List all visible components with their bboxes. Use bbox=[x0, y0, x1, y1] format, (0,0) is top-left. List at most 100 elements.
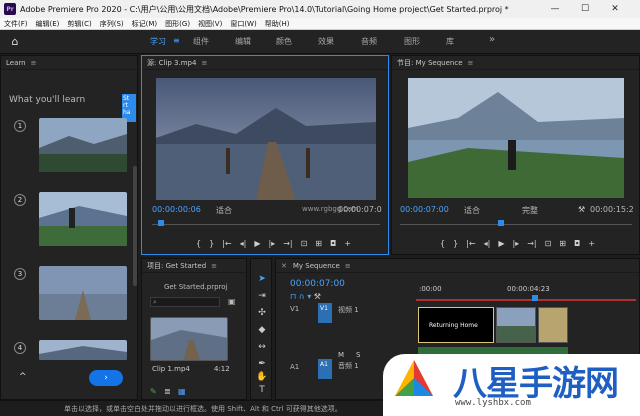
program-quality-dropdown[interactable]: 完整 bbox=[522, 205, 538, 216]
menu-clip[interactable]: 剪辑(C) bbox=[63, 19, 95, 29]
work-area-bar[interactable] bbox=[416, 299, 636, 301]
menu-view[interactable]: 视图(V) bbox=[194, 19, 226, 29]
video-clip[interactable] bbox=[496, 307, 536, 343]
mark-out-icon[interactable]: } bbox=[209, 239, 214, 248]
source-fit-dropdown[interactable]: 适合 bbox=[216, 205, 232, 216]
add-button-icon[interactable]: + bbox=[588, 239, 595, 248]
pencil-icon[interactable]: ✎ bbox=[150, 387, 157, 396]
razor-tool-icon[interactable]: ◆ bbox=[256, 324, 268, 336]
slip-tool-icon[interactable]: ↔ bbox=[256, 341, 268, 353]
source-video-frame[interactable] bbox=[156, 78, 376, 200]
menu-help[interactable]: 帮助(H) bbox=[261, 19, 294, 29]
wrench-icon[interactable]: ⚒ bbox=[578, 205, 585, 214]
minimize-button[interactable]: — bbox=[540, 0, 570, 18]
workspace-menu-icon[interactable]: ≡ bbox=[173, 36, 180, 45]
export-frame-icon[interactable]: ◘ bbox=[574, 239, 580, 248]
mark-out-icon[interactable]: } bbox=[453, 239, 458, 248]
go-to-in-icon[interactable]: |← bbox=[222, 239, 231, 248]
source-playhead[interactable] bbox=[158, 220, 164, 226]
tab-libraries[interactable]: 库 bbox=[446, 36, 454, 47]
lift-icon[interactable]: ⊡ bbox=[545, 239, 552, 248]
source-patch-a1[interactable]: A1 bbox=[290, 363, 299, 371]
mark-in-icon[interactable]: { bbox=[440, 239, 445, 248]
play-icon[interactable]: ▶ bbox=[254, 239, 260, 248]
panel-menu-icon[interactable]: ≡ bbox=[201, 59, 207, 67]
panel-menu-icon[interactable]: ≡ bbox=[31, 59, 37, 67]
track-target-a1[interactable]: A1 bbox=[318, 359, 332, 379]
close-button[interactable]: ✕ bbox=[600, 0, 630, 18]
go-to-in-icon[interactable]: |← bbox=[466, 239, 475, 248]
play-icon[interactable]: ▶ bbox=[498, 239, 504, 248]
menu-window[interactable]: 窗口(W) bbox=[226, 19, 260, 29]
program-playhead[interactable] bbox=[498, 220, 504, 226]
panel-menu-icon[interactable]: ≡ bbox=[468, 59, 474, 67]
source-timecode[interactable]: 00:00:00:06 bbox=[152, 205, 201, 214]
panel-menu-icon[interactable]: ≡ bbox=[211, 262, 217, 270]
menu-file[interactable]: 文件(F) bbox=[0, 19, 32, 29]
source-time-ruler[interactable] bbox=[152, 217, 380, 225]
go-to-out-icon[interactable]: →| bbox=[527, 239, 536, 248]
mark-in-icon[interactable]: { bbox=[196, 239, 201, 248]
close-sequence-icon[interactable]: ✕ bbox=[281, 262, 287, 270]
snap-icon[interactable]: ⊓ bbox=[290, 292, 296, 301]
go-to-out-icon[interactable]: →| bbox=[283, 239, 292, 248]
tab-audio[interactable]: 音频 bbox=[361, 36, 377, 47]
tutorial-thumbnail[interactable] bbox=[39, 118, 127, 172]
type-tool-icon[interactable]: T bbox=[256, 384, 268, 396]
panel-menu-icon[interactable]: ≡ bbox=[345, 262, 351, 270]
program-time-ruler[interactable] bbox=[400, 217, 632, 225]
menu-edit[interactable]: 编辑(E) bbox=[32, 19, 64, 29]
tab-editing[interactable]: 编辑 bbox=[235, 36, 251, 47]
step-forward-icon[interactable]: |▸ bbox=[268, 239, 275, 248]
insert-icon[interactable]: ⊡ bbox=[301, 239, 308, 248]
timeline-playhead[interactable] bbox=[532, 295, 538, 301]
step-back-icon[interactable]: ◂| bbox=[484, 239, 491, 248]
track-select-tool-icon[interactable]: ⇥ bbox=[256, 290, 268, 302]
program-fit-dropdown[interactable]: 适合 bbox=[464, 205, 480, 216]
menu-marker[interactable]: 标记(M) bbox=[128, 19, 162, 29]
icon-view-icon[interactable]: ▦ bbox=[178, 387, 186, 396]
menu-sequence[interactable]: 序列(S) bbox=[96, 19, 128, 29]
ripple-edit-tool-icon[interactable]: ✣ bbox=[256, 307, 268, 319]
wrench-icon[interactable]: ⚒ bbox=[314, 292, 321, 301]
video-clip[interactable] bbox=[538, 307, 568, 343]
project-search-input[interactable]: ⌕ bbox=[150, 297, 220, 307]
source-patch-v1[interactable]: V1 bbox=[290, 305, 299, 313]
next-button[interactable]: › bbox=[89, 370, 123, 386]
tab-assembly[interactable]: 组件 bbox=[193, 36, 209, 47]
track-target-v1[interactable]: V1 bbox=[318, 303, 332, 323]
tab-color[interactable]: 颜色 bbox=[276, 36, 292, 47]
more-workspaces-icon[interactable]: » bbox=[489, 34, 495, 45]
program-video-frame[interactable] bbox=[408, 78, 624, 198]
export-frame-icon[interactable]: ◘ bbox=[330, 239, 336, 248]
timeline-timecode[interactable]: 00:00:07:00 bbox=[290, 279, 345, 289]
learn-scrollbar[interactable] bbox=[133, 166, 137, 286]
hand-tool-icon[interactable]: ✋ bbox=[256, 371, 268, 383]
add-button-icon[interactable]: + bbox=[344, 239, 351, 248]
tab-graphics[interactable]: 图形 bbox=[404, 36, 420, 47]
pen-tool-icon[interactable]: ✒ bbox=[256, 358, 268, 370]
maximize-button[interactable]: ☐ bbox=[570, 0, 600, 18]
clip-name[interactable]: Clip 1.mp4 bbox=[152, 365, 190, 373]
tutorial-thumbnail[interactable] bbox=[39, 340, 127, 360]
home-icon[interactable]: ⌂ bbox=[0, 35, 30, 48]
new-bin-icon[interactable]: ▣ bbox=[228, 297, 236, 306]
scroll-up-icon[interactable]: ^ bbox=[19, 372, 27, 382]
title-clip[interactable]: Returning Home bbox=[418, 307, 494, 343]
linked-selection-icon[interactable]: ∩ bbox=[299, 292, 305, 301]
program-timecode[interactable]: 00:00:07:00 bbox=[400, 205, 449, 214]
solo-icon[interactable]: S bbox=[356, 351, 360, 359]
clip-thumbnail[interactable] bbox=[150, 317, 228, 361]
add-marker-icon[interactable]: ▾ bbox=[307, 292, 311, 301]
mute-icon[interactable]: M bbox=[338, 351, 344, 359]
overwrite-icon[interactable]: ⊞ bbox=[315, 239, 322, 248]
menu-graphics[interactable]: 图形(G) bbox=[161, 19, 194, 29]
tutorial-thumbnail[interactable] bbox=[39, 192, 127, 246]
list-view-icon[interactable]: ≣ bbox=[164, 387, 171, 396]
step-forward-icon[interactable]: |▸ bbox=[512, 239, 519, 248]
extract-icon[interactable]: ⊞ bbox=[559, 239, 566, 248]
selection-tool-icon[interactable]: ➤ bbox=[256, 273, 268, 285]
step-back-icon[interactable]: ◂| bbox=[240, 239, 247, 248]
tab-learning[interactable]: 学习 bbox=[150, 36, 166, 47]
tutorial-thumbnail[interactable] bbox=[39, 266, 127, 320]
